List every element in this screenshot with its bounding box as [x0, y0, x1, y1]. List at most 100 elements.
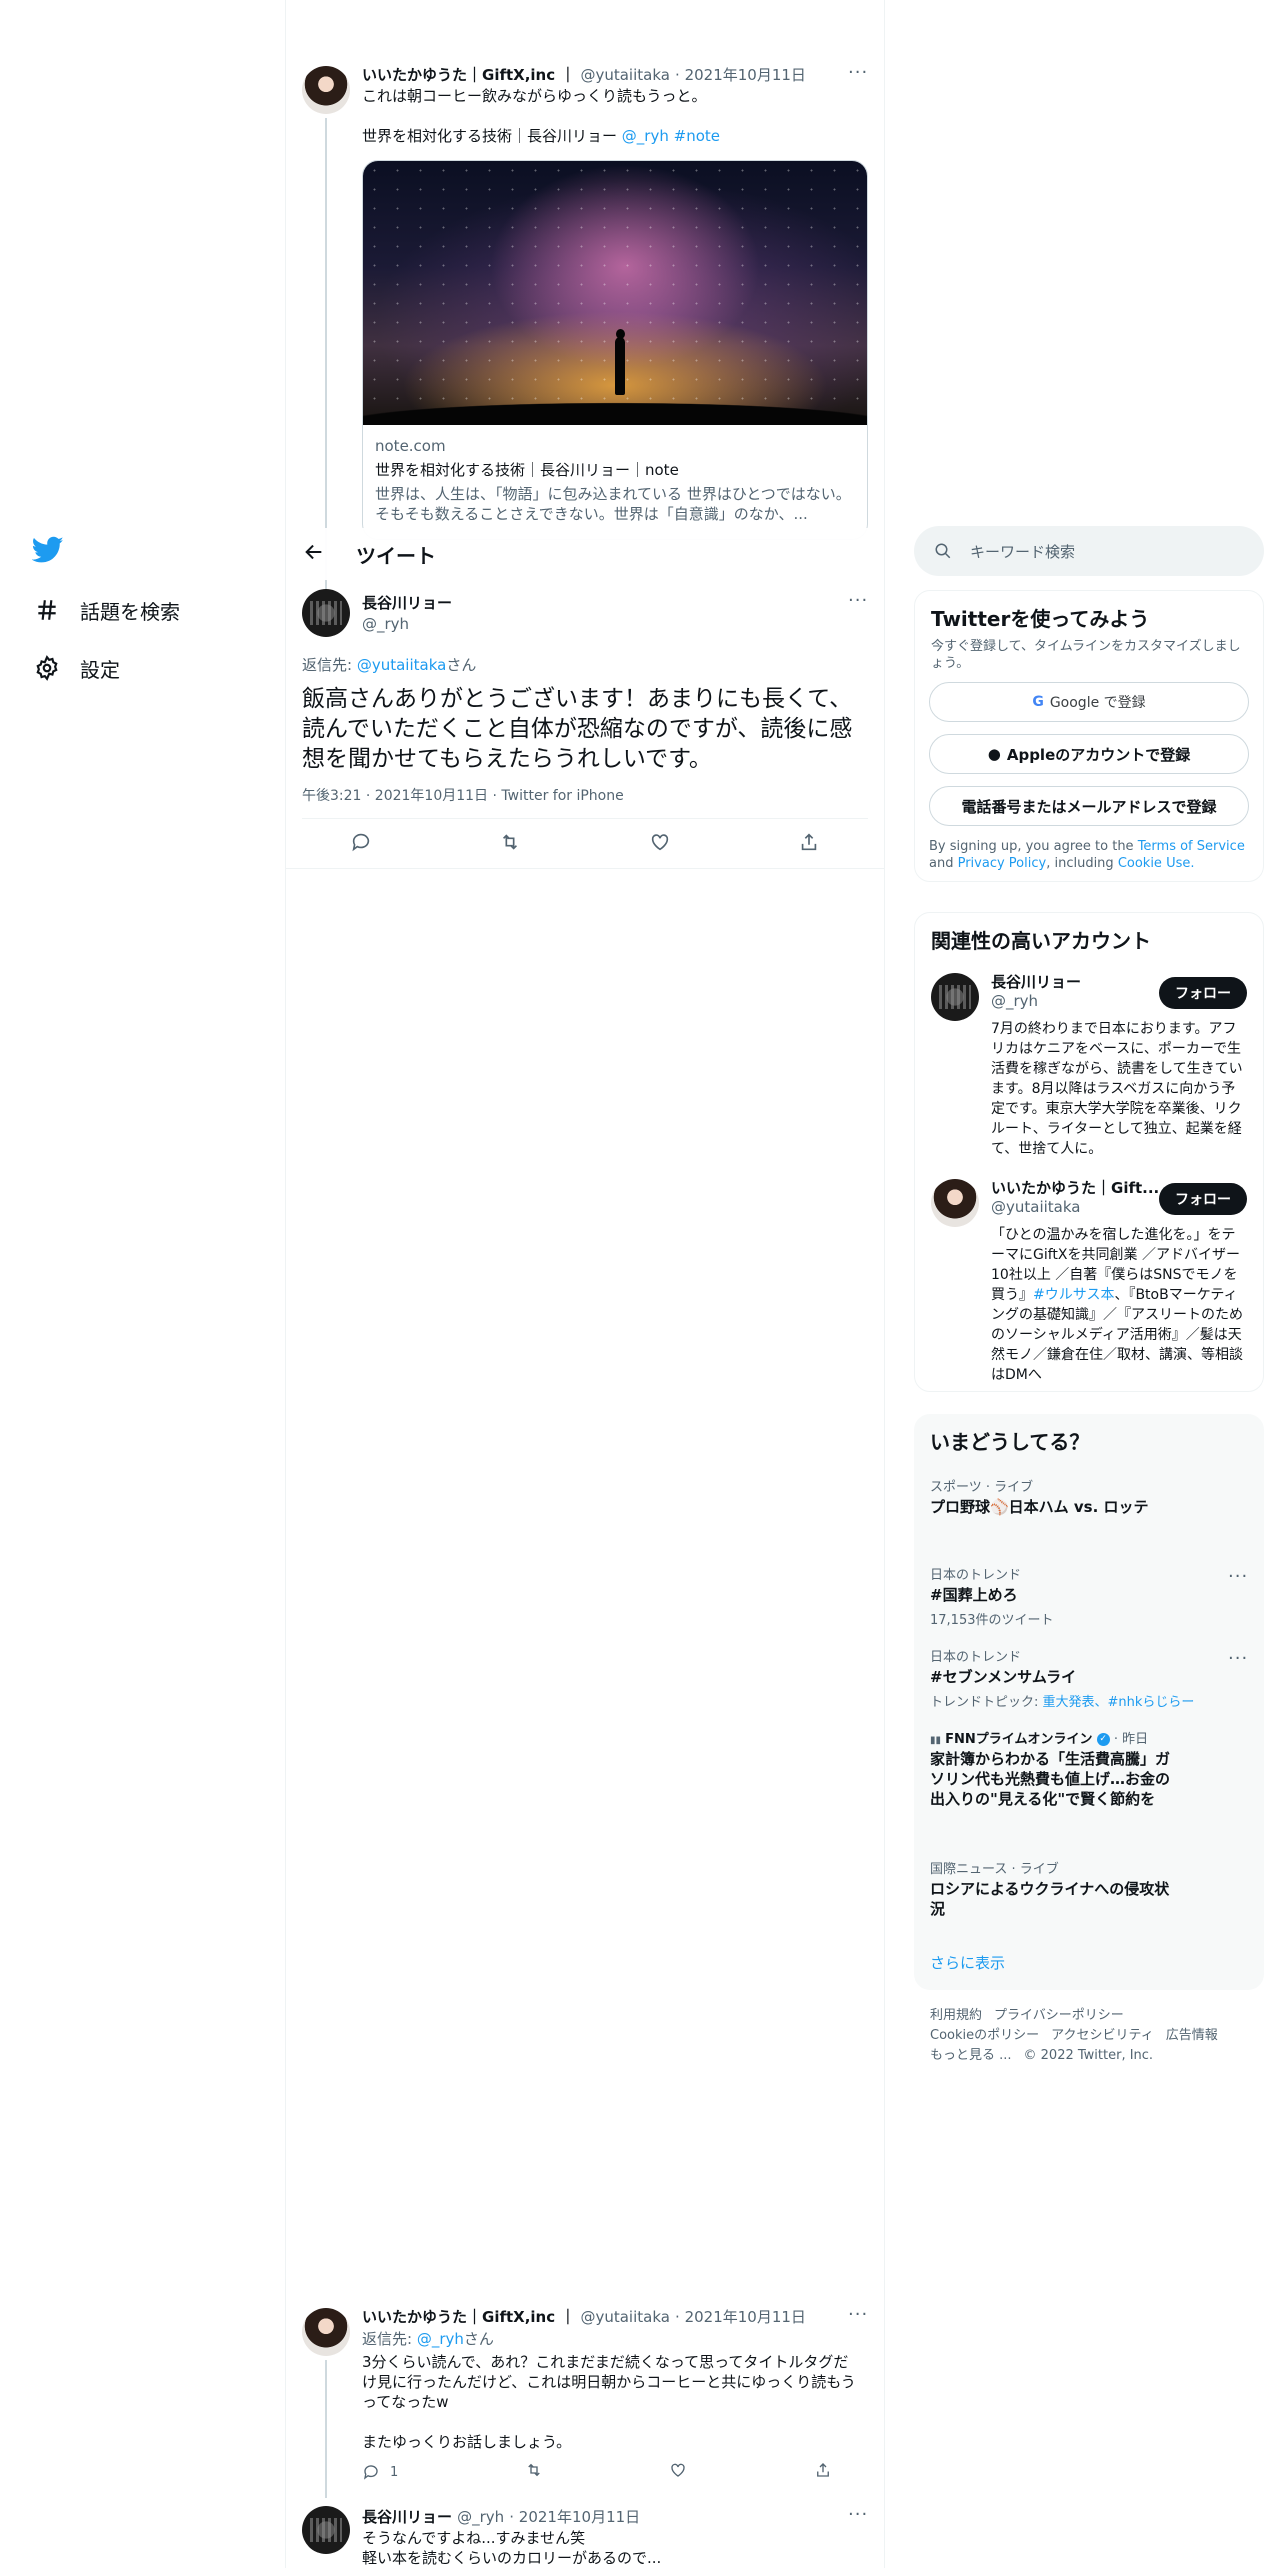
avatar[interactable]	[302, 589, 350, 637]
copyright: © 2022 Twitter, Inc.	[1023, 2048, 1154, 2063]
nav-settings-label: 設定	[80, 657, 120, 682]
account-bio: 7月の終わりまで日本におります。アフリカはケニアをベースに、ポーカーで生活費を稼…	[991, 1021, 1243, 1157]
footer-link[interactable]: Cookieのポリシー	[930, 2028, 1039, 2043]
nav-explore-label: 話題を検索	[80, 599, 180, 624]
footer-link[interactable]: 利用規約	[930, 2008, 982, 2023]
author-name[interactable]: いいたかゆうた｜GiftX,inc ｜	[362, 66, 575, 84]
footer-more-link[interactable]: もっと見る ...	[930, 2048, 1012, 2063]
google-signup-button[interactable]: G Google で登録	[929, 682, 1249, 722]
mention-link[interactable]: @_ryh	[417, 2330, 464, 2348]
more-options-icon[interactable]: ···	[1228, 1566, 1248, 1587]
card-domain: note.com	[375, 437, 446, 455]
apple-signup-button[interactable]: ● Appleのアカウントで登録	[929, 734, 1249, 774]
avatar[interactable]	[931, 1179, 979, 1227]
nav-settings[interactable]: 設定	[32, 653, 120, 683]
trend-topic-links[interactable]: 重大発表、#nhkらじらー	[1043, 1695, 1195, 1710]
tweet-text-line: 3分くらい読んで、あれ？これまだまだ続くなって思ってタイトルタグだけ見に行ったん…	[362, 2353, 856, 2411]
footer-link[interactable]: プライバシーポリシー	[994, 2008, 1124, 2023]
divider	[286, 868, 884, 869]
trend-item[interactable]: 日本のトレンド #セブンメンサムライ トレンドトピック: 重大発表、#nhkらじ…	[930, 1646, 1230, 1710]
trends-title: いまどうしてる？	[930, 1430, 1090, 1454]
footer-link[interactable]: 広告情報	[1166, 2028, 1218, 2043]
more-options-icon[interactable]: ···	[848, 590, 868, 611]
tweet-text-line: これは朝コーヒー飲みながらゆっくり読もうっと。	[362, 87, 707, 105]
tweet-date[interactable]: · 2021年10月11日	[675, 66, 806, 84]
trend-name: #国葬上めろ	[930, 1586, 1018, 1604]
like-icon[interactable]	[649, 831, 671, 857]
link-card[interactable]: note.com 世界を相対化する技術｜長谷川リョー｜note 世界は、人生は、…	[362, 160, 868, 540]
share-icon[interactable]	[798, 831, 820, 857]
retweet-icon[interactable]	[525, 2461, 543, 2483]
author-handle[interactable]: @_ryh	[362, 615, 452, 633]
reply-icon	[363, 2465, 378, 2480]
mention-link[interactable]: @yutaiitaka	[357, 656, 446, 674]
share-icon[interactable]	[814, 2461, 832, 2483]
account-name: いいたかゆうた｜Gift...	[991, 1179, 1160, 1197]
search-icon	[934, 542, 952, 560]
trend-count: 17,153件のツイート	[930, 1613, 1054, 1628]
follow-button[interactable]: フォロー	[1159, 1183, 1247, 1215]
like-icon[interactable]	[669, 2461, 687, 2483]
card-description: 世界は、人生は、「物語」に包み込まれている 世界はひとつではない。 そもそも数え…	[375, 485, 851, 523]
author-handle[interactable]: @yutaiitaka	[580, 66, 669, 84]
more-options-icon[interactable]: ···	[848, 62, 868, 83]
trend-item[interactable]: 日本のトレンド #国葬上めろ 17,153件のツイート	[930, 1564, 1230, 1628]
retweet-icon[interactable]	[499, 831, 521, 857]
trend-item[interactable]: 国際ニュース · ライブ ロシアによるウクライナへの侵攻状況	[930, 1858, 1170, 1919]
author-handle[interactable]: @yutaiitaka	[580, 2308, 669, 2326]
author-name[interactable]: 長谷川リョー	[362, 2508, 452, 2526]
trend-item[interactable]: スポーツ · ライブ プロ野球⚾日本ハム vs. ロッテ	[930, 1476, 1230, 1517]
tweet-text-line: そうなんですよね...すみません笑	[362, 2529, 586, 2547]
avatar[interactable]	[302, 66, 350, 114]
show-more-link[interactable]: さらに表示	[930, 1952, 1005, 1973]
privacy-link[interactable]: Privacy Policy	[958, 856, 1047, 871]
hashtag-icon	[32, 595, 62, 625]
more-options-icon[interactable]: ···	[848, 2304, 868, 2325]
tweet-timestamp[interactable]: 午後3:21 · 2021年10月11日 · Twitter for iPhon…	[302, 785, 624, 805]
apple-icon: ●	[987, 745, 1001, 763]
relevant-title: 関連性の高いアカウント	[931, 929, 1151, 953]
nav-explore[interactable]: 話題を検索	[32, 595, 180, 625]
google-signup-label: Google で登録	[1049, 695, 1146, 711]
news-headline: 家計簿からわかる「生活費高騰」ガソリン代も光熱費も値上げ…お金の出入りの"見える…	[930, 1750, 1171, 1808]
hashtag-link[interactable]: #ウルサス本	[1033, 1287, 1114, 1303]
gear-icon	[32, 653, 62, 683]
cookie-link[interactable]: Cookie Use.	[1118, 856, 1195, 871]
reply-icon[interactable]	[350, 831, 372, 857]
mention-link[interactable]: @_ryh	[622, 127, 669, 145]
news-context: ▮▮ FNNプライムオンライン ✓ · 昨日	[930, 1728, 1170, 1747]
news-item[interactable]: ▮▮ FNNプライムオンライン ✓ · 昨日 家計簿からわかる「生活費高騰」ガソ…	[930, 1728, 1170, 1809]
follow-button[interactable]: フォロー	[1159, 977, 1247, 1009]
account-handle: @yutaiitaka	[991, 1198, 1081, 1216]
footer-link[interactable]: アクセシビリティ	[1051, 2028, 1154, 2043]
search-input[interactable]: キーワード検索	[970, 541, 1075, 562]
tweet-date[interactable]: · 2021年10月11日	[675, 2308, 806, 2326]
tweet-text: 3分くらい読んで、あれ？これまだまだ続くなって思ってタイトルタグだけ見に行ったん…	[362, 2352, 862, 2452]
tweet-date[interactable]: · 2021年10月11日	[509, 2508, 640, 2526]
reply-action[interactable]: 1	[362, 2463, 398, 2481]
author-handle[interactable]: @_ryh	[457, 2508, 504, 2526]
terms-link[interactable]: Terms of Service	[1138, 839, 1245, 854]
avatar[interactable]	[302, 2506, 350, 2554]
avatar[interactable]	[302, 2308, 350, 2356]
hashtag-link[interactable]: #note	[674, 127, 720, 145]
author-name[interactable]: 長谷川リョー	[362, 592, 452, 613]
author-name[interactable]: いいたかゆうた｜GiftX,inc ｜	[362, 2308, 575, 2326]
main-tweet-text: 飯高さんありがとうございます！あまりにも長くて、読んでいただくこと自体が恐縮なの…	[302, 686, 853, 772]
search-box[interactable]: キーワード検索	[914, 526, 1264, 576]
trends-panel: いまどうしてる？ スポーツ · ライブ プロ野球⚾日本ハム vs. ロッテ 日本…	[914, 1414, 1264, 1990]
card-image	[363, 161, 867, 425]
back-arrow-icon[interactable]	[286, 541, 342, 568]
phone-email-signup-button[interactable]: 電話番号またはメールアドレスで登録	[929, 786, 1249, 826]
tweet-text-line: またゆっくりお話しましょう。	[362, 2433, 572, 2451]
twitter-logo-icon[interactable]	[31, 536, 64, 568]
more-options-icon[interactable]: ···	[1228, 1648, 1248, 1669]
more-options-icon[interactable]: ···	[848, 2504, 868, 2525]
tweet-text-line: 世界を相対化する技術｜長谷川リョー @_ryh #note	[362, 126, 862, 146]
avatar[interactable]	[931, 973, 979, 1021]
account-info[interactable]: いいたかゆうた｜Gift... @yutaiitaka	[991, 1177, 1161, 1216]
news-time: · 昨日	[1109, 1732, 1149, 1747]
signup-panel: Twitterを使ってみよう 今すぐ登録して、タイムラインをカスタマイズしましょ…	[914, 590, 1264, 882]
reply-context: 返信先: @_ryhさん	[362, 2328, 494, 2349]
tweet-text-title: 世界を相対化する技術｜長谷川リョー	[362, 127, 618, 145]
